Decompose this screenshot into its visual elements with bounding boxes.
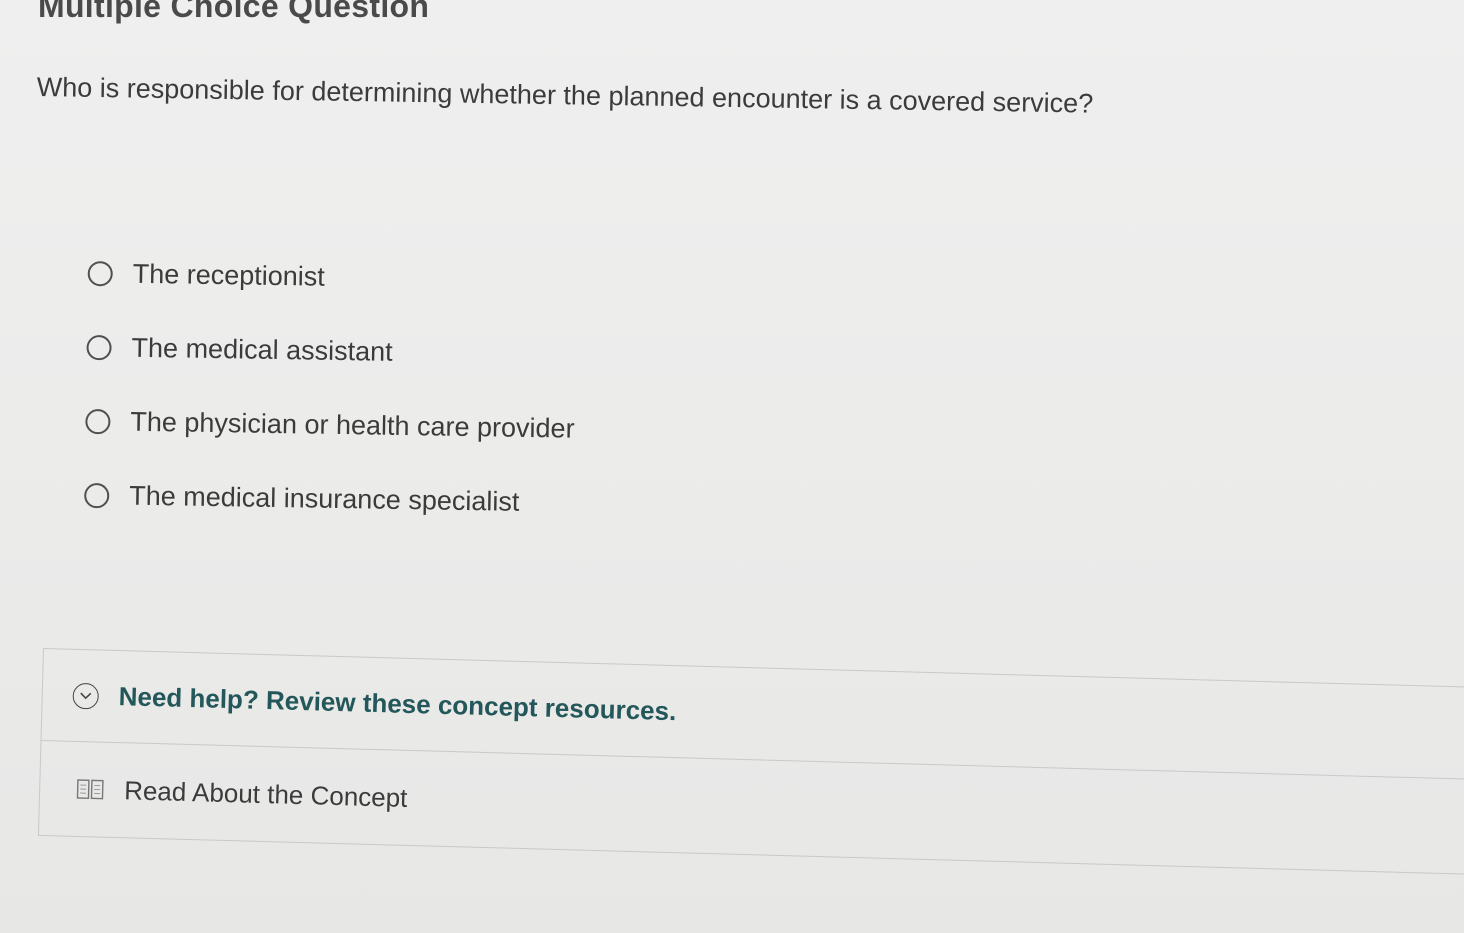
option-label[interactable]: The medical insurance specialist: [129, 480, 520, 517]
chevron-down-circle-icon[interactable]: [72, 682, 100, 710]
radio-circle-icon[interactable]: [87, 260, 113, 286]
option-label[interactable]: The receptionist: [132, 258, 325, 292]
option-label[interactable]: The medical assistant: [131, 332, 393, 367]
option-physician[interactable]: The physician or health care provider: [85, 404, 985, 452]
option-medical-assistant[interactable]: The medical assistant: [86, 330, 986, 378]
radio-circle-icon[interactable]: [84, 482, 110, 508]
option-insurance-specialist[interactable]: The medical insurance specialist: [84, 478, 984, 526]
page-heading: Multiple Choice Question: [38, 0, 430, 24]
question-text: Who is responsible for determining wheth…: [36, 72, 1094, 119]
radio-circle-icon[interactable]: [86, 334, 112, 360]
option-label[interactable]: The physician or health care provider: [130, 406, 575, 444]
concept-resources-panel: Need help? Review these concept resource…: [37, 648, 1464, 875]
help-title[interactable]: Need help? Review these concept resource…: [118, 681, 676, 727]
read-about-concept-label[interactable]: Read About the Concept: [124, 775, 408, 814]
option-receptionist[interactable]: The receptionist: [87, 256, 987, 304]
radio-circle-icon[interactable]: [85, 408, 111, 434]
chevron-down-icon: [80, 691, 92, 699]
book-icon: [76, 777, 105, 802]
answer-options: The receptionist The medical assistant T…: [83, 256, 988, 566]
